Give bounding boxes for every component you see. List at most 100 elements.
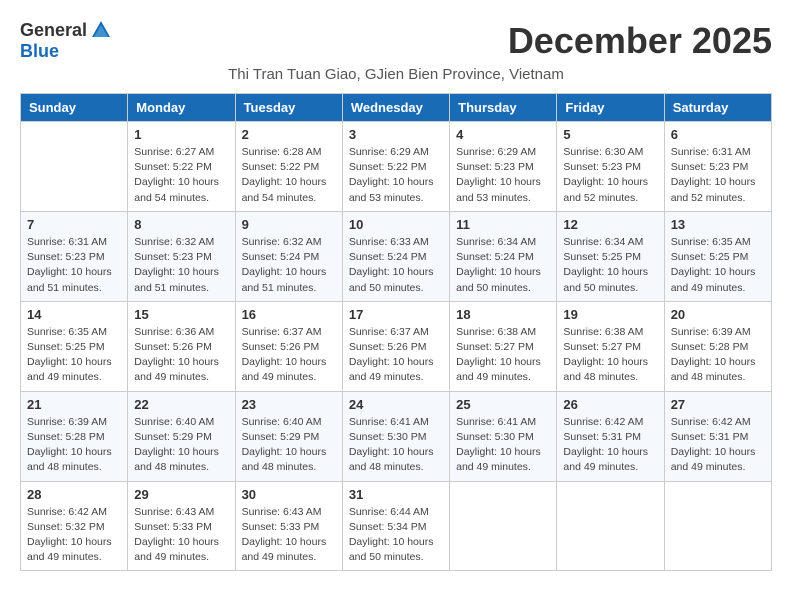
calendar-cell: 2 Sunrise: 6:28 AM Sunset: 5:22 PM Daylig… (235, 122, 342, 212)
day-info: Sunrise: 6:42 AM Sunset: 5:32 PM Dayligh… (27, 505, 121, 566)
day-number: 3 (349, 127, 443, 142)
calendar-cell (664, 481, 771, 571)
weekday-header-wednesday: Wednesday (342, 94, 449, 122)
calendar-cell: 9Sunrise: 6:32 AM Sunset: 5:24 PM Daylig… (235, 211, 342, 301)
day-info: Sunrise: 6:40 AM Sunset: 5:29 PM Dayligh… (242, 415, 336, 476)
day-number: 26 (563, 397, 657, 412)
calendar-week-row: 1 Sunrise: 6:27 AM Sunset: 5:22 PM Daylig… (21, 122, 772, 212)
calendar-week-row: 28 Sunrise: 6:42 AM Sunset: 5:32 PM Dayli… (21, 481, 772, 571)
calendar-cell: 24Sunrise: 6:41 AM Sunset: 5:30 PM Dayli… (342, 391, 449, 481)
calendar-cell: 10 Sunrise: 6:33 AM Sunset: 5:24 PM Dayli… (342, 211, 449, 301)
calendar-cell: 23 Sunrise: 6:40 AM Sunset: 5:29 PM Dayli… (235, 391, 342, 481)
day-number: 20 (671, 307, 765, 322)
day-info: Sunrise: 6:34 AM Sunset: 5:25 PM Dayligh… (563, 235, 657, 296)
day-info: Sunrise: 6:33 AM Sunset: 5:24 PM Dayligh… (349, 235, 443, 296)
calendar-cell: 27Sunrise: 6:42 AM Sunset: 5:31 PM Dayli… (664, 391, 771, 481)
calendar-table: SundayMondayTuesdayWednesdayThursdayFrid… (20, 93, 772, 571)
calendar-week-row: 7 Sunrise: 6:31 AM Sunset: 5:23 PM Daylig… (21, 211, 772, 301)
day-number: 28 (27, 487, 121, 502)
calendar-cell: 28 Sunrise: 6:42 AM Sunset: 5:32 PM Dayli… (21, 481, 128, 571)
calendar-cell: 8 Sunrise: 6:32 AM Sunset: 5:23 PM Daylig… (128, 211, 235, 301)
day-number: 15 (134, 307, 228, 322)
page-header: General Blue December 2025 (20, 20, 772, 62)
weekday-header-friday: Friday (557, 94, 664, 122)
calendar-cell: 5Sunrise: 6:30 AM Sunset: 5:23 PM Daylig… (557, 122, 664, 212)
day-info: Sunrise: 6:41 AM Sunset: 5:30 PM Dayligh… (456, 415, 550, 476)
calendar-cell: 16Sunrise: 6:37 AM Sunset: 5:26 PM Dayli… (235, 301, 342, 391)
calendar-cell: 19 Sunrise: 6:38 AM Sunset: 5:27 PM Dayli… (557, 301, 664, 391)
calendar-cell: 15Sunrise: 6:36 AM Sunset: 5:26 PM Dayli… (128, 301, 235, 391)
subtitle: Thi Tran Tuan Giao, GJien Bien Province,… (20, 66, 772, 83)
day-number: 19 (563, 307, 657, 322)
day-info: Sunrise: 6:35 AM Sunset: 5:25 PM Dayligh… (27, 325, 121, 386)
calendar-cell: 29 Sunrise: 6:43 AM Sunset: 5:33 PM Dayli… (128, 481, 235, 571)
calendar-cell: 12 Sunrise: 6:34 AM Sunset: 5:25 PM Dayli… (557, 211, 664, 301)
day-info: Sunrise: 6:42 AM Sunset: 5:31 PM Dayligh… (671, 415, 765, 476)
calendar-cell (557, 481, 664, 571)
weekday-header-sunday: Sunday (21, 94, 128, 122)
calendar-header-row: SundayMondayTuesdayWednesdayThursdayFrid… (21, 94, 772, 122)
day-number: 1 (134, 127, 228, 142)
day-info: Sunrise: 6:44 AM Sunset: 5:34 PM Dayligh… (349, 505, 443, 566)
day-info: Sunrise: 6:37 AM Sunset: 5:26 PM Dayligh… (349, 325, 443, 386)
calendar-cell: 11 Sunrise: 6:34 AM Sunset: 5:24 PM Dayli… (450, 211, 557, 301)
calendar-week-row: 14Sunrise: 6:35 AM Sunset: 5:25 PM Dayli… (21, 301, 772, 391)
day-info: Sunrise: 6:29 AM Sunset: 5:23 PM Dayligh… (456, 145, 550, 206)
day-number: 2 (242, 127, 336, 142)
day-info: Sunrise: 6:34 AM Sunset: 5:24 PM Dayligh… (456, 235, 550, 296)
weekday-header-thursday: Thursday (450, 94, 557, 122)
logo-icon (90, 19, 112, 41)
day-number: 13 (671, 217, 765, 232)
day-number: 17 (349, 307, 443, 322)
calendar-cell (450, 481, 557, 571)
day-number: 9 (242, 217, 336, 232)
day-number: 18 (456, 307, 550, 322)
day-info: Sunrise: 6:38 AM Sunset: 5:27 PM Dayligh… (456, 325, 550, 386)
day-info: Sunrise: 6:40 AM Sunset: 5:29 PM Dayligh… (134, 415, 228, 476)
day-number: 10 (349, 217, 443, 232)
calendar-cell: 6 Sunrise: 6:31 AM Sunset: 5:23 PM Daylig… (664, 122, 771, 212)
calendar-cell: 14Sunrise: 6:35 AM Sunset: 5:25 PM Dayli… (21, 301, 128, 391)
calendar-cell: 31 Sunrise: 6:44 AM Sunset: 5:34 PM Dayli… (342, 481, 449, 571)
day-number: 23 (242, 397, 336, 412)
calendar-week-row: 21 Sunrise: 6:39 AM Sunset: 5:28 PM Dayli… (21, 391, 772, 481)
day-info: Sunrise: 6:38 AM Sunset: 5:27 PM Dayligh… (563, 325, 657, 386)
day-info: Sunrise: 6:28 AM Sunset: 5:22 PM Dayligh… (242, 145, 336, 206)
day-number: 12 (563, 217, 657, 232)
day-info: Sunrise: 6:43 AM Sunset: 5:33 PM Dayligh… (242, 505, 336, 566)
calendar-cell: 1 Sunrise: 6:27 AM Sunset: 5:22 PM Daylig… (128, 122, 235, 212)
calendar-cell: 25 Sunrise: 6:41 AM Sunset: 5:30 PM Dayli… (450, 391, 557, 481)
day-number: 29 (134, 487, 228, 502)
day-number: 7 (27, 217, 121, 232)
calendar-cell: 21 Sunrise: 6:39 AM Sunset: 5:28 PM Dayli… (21, 391, 128, 481)
calendar-cell: 13 Sunrise: 6:35 AM Sunset: 5:25 PM Dayli… (664, 211, 771, 301)
day-number: 24 (349, 397, 443, 412)
day-info: Sunrise: 6:39 AM Sunset: 5:28 PM Dayligh… (671, 325, 765, 386)
day-number: 25 (456, 397, 550, 412)
day-number: 31 (349, 487, 443, 502)
day-number: 8 (134, 217, 228, 232)
calendar-cell: 7 Sunrise: 6:31 AM Sunset: 5:23 PM Daylig… (21, 211, 128, 301)
day-number: 5 (563, 127, 657, 142)
day-number: 21 (27, 397, 121, 412)
day-info: Sunrise: 6:43 AM Sunset: 5:33 PM Dayligh… (134, 505, 228, 566)
calendar-cell (21, 122, 128, 212)
day-info: Sunrise: 6:35 AM Sunset: 5:25 PM Dayligh… (671, 235, 765, 296)
month-title: December 2025 (508, 20, 772, 62)
day-info: Sunrise: 6:27 AM Sunset: 5:22 PM Dayligh… (134, 145, 228, 206)
calendar-cell: 3 Sunrise: 6:29 AM Sunset: 5:22 PM Daylig… (342, 122, 449, 212)
day-number: 6 (671, 127, 765, 142)
day-number: 16 (242, 307, 336, 322)
calendar-cell: 20 Sunrise: 6:39 AM Sunset: 5:28 PM Dayli… (664, 301, 771, 391)
day-info: Sunrise: 6:29 AM Sunset: 5:22 PM Dayligh… (349, 145, 443, 206)
calendar-cell: 18 Sunrise: 6:38 AM Sunset: 5:27 PM Dayli… (450, 301, 557, 391)
day-info: Sunrise: 6:31 AM Sunset: 5:23 PM Dayligh… (671, 145, 765, 206)
day-number: 30 (242, 487, 336, 502)
day-info: Sunrise: 6:32 AM Sunset: 5:23 PM Dayligh… (134, 235, 228, 296)
day-info: Sunrise: 6:42 AM Sunset: 5:31 PM Dayligh… (563, 415, 657, 476)
day-info: Sunrise: 6:39 AM Sunset: 5:28 PM Dayligh… (27, 415, 121, 476)
day-number: 11 (456, 217, 550, 232)
calendar-cell: 26 Sunrise: 6:42 AM Sunset: 5:31 PM Dayli… (557, 391, 664, 481)
calendar-cell: 30 Sunrise: 6:43 AM Sunset: 5:33 PM Dayli… (235, 481, 342, 571)
day-info: Sunrise: 6:31 AM Sunset: 5:23 PM Dayligh… (27, 235, 121, 296)
